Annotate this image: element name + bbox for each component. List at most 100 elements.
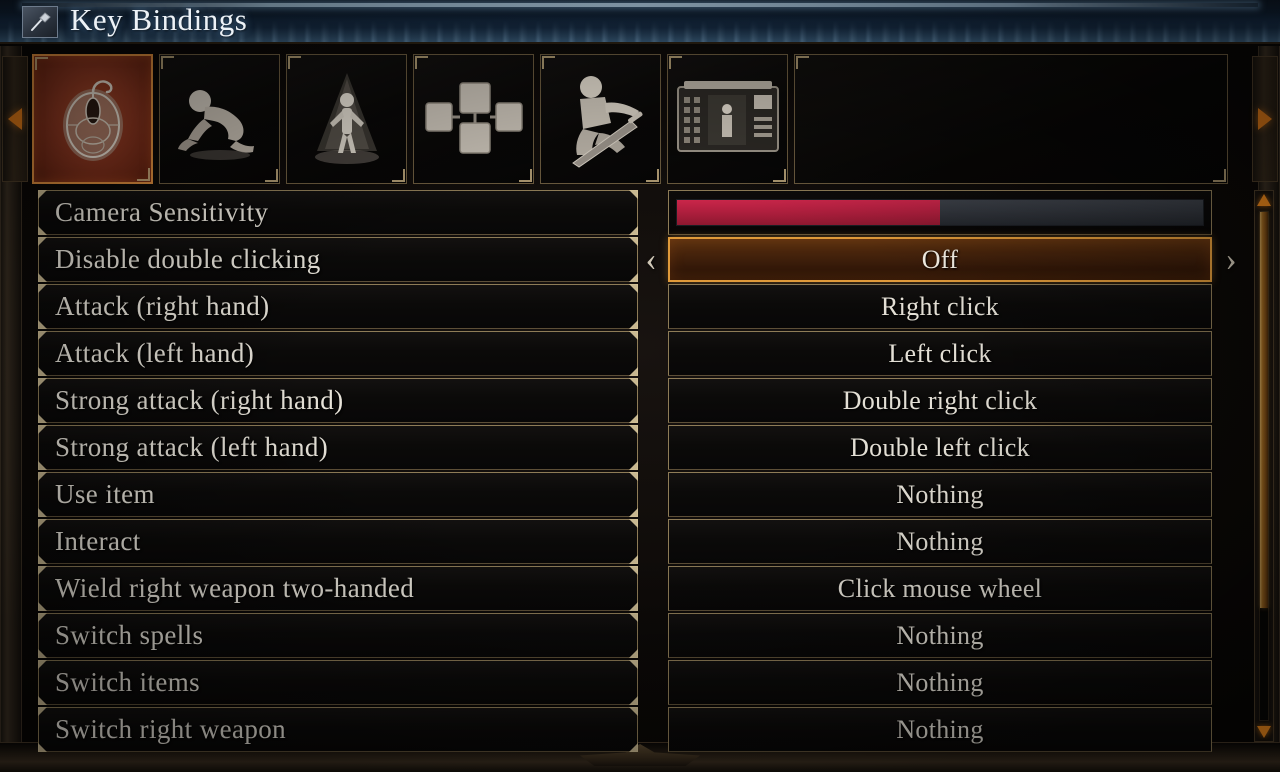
binding-label: Strong attack (right hand) <box>55 385 344 415</box>
binding-value-column: Off Right click Left click Double right … <box>668 190 1212 752</box>
binding-value: Nothing <box>896 667 984 697</box>
crawling-figure-icon <box>177 90 254 160</box>
binding-value-row[interactable]: Nothing <box>668 660 1212 705</box>
binding-label: Wield right weapon two-handed <box>55 573 415 603</box>
tab-gestures[interactable] <box>540 54 661 184</box>
corner-notch-icon <box>629 226 638 235</box>
binding-value-row[interactable]: Nothing <box>668 613 1212 658</box>
corner-notch-icon <box>629 566 638 575</box>
corner-notch-icon <box>629 414 638 423</box>
corner-notch-icon <box>629 743 638 752</box>
corner-notch-icon <box>629 555 638 564</box>
table-row[interactable]: Attack (right hand) <box>38 284 638 329</box>
slider-fill <box>677 200 940 225</box>
inventory-grid-icon <box>424 82 523 154</box>
binding-label: Switch spells <box>55 620 204 650</box>
corner-notch-icon <box>629 425 638 434</box>
corner-notch-icon <box>629 519 638 528</box>
tab-mouse[interactable] <box>32 54 153 184</box>
tab-movement[interactable] <box>159 54 280 184</box>
tab-empty-slot <box>794 54 1228 184</box>
corner-notch-icon <box>629 660 638 669</box>
figure-in-light-icon <box>314 73 379 164</box>
tab-items[interactable] <box>413 54 534 184</box>
kneeling-knight-icon <box>571 76 642 168</box>
binding-value: Right click <box>880 291 1000 321</box>
camera-sensitivity-slider[interactable] <box>668 190 1212 235</box>
corner-notch-icon <box>629 707 638 716</box>
binding-label: Interact <box>55 526 141 556</box>
value-next-button[interactable]: › <box>1218 237 1244 282</box>
binding-value: Nothing <box>896 714 984 744</box>
binding-value-row[interactable]: Nothing <box>668 519 1212 564</box>
corner-notch-icon <box>629 508 638 517</box>
slider-track[interactable] <box>676 199 1204 226</box>
binding-value-row[interactable]: Left click <box>668 331 1212 376</box>
binding-value: Double right click <box>842 385 1038 415</box>
binding-value-row-selected[interactable]: Off <box>668 237 1212 282</box>
title-bar: Key Bindings <box>0 0 1280 44</box>
corner-notch-icon <box>629 378 638 387</box>
corner-notch-icon <box>629 331 638 340</box>
table-row[interactable]: Switch spells <box>38 613 638 658</box>
tab-prev-button[interactable] <box>2 56 28 182</box>
table-row[interactable]: Use item <box>38 472 638 517</box>
corner-notch-icon <box>629 461 638 470</box>
binding-value: Click mouse wheel <box>837 573 1043 603</box>
binding-value: Left click <box>888 338 992 368</box>
binding-value-row[interactable]: Double left click <box>668 425 1212 470</box>
table-row[interactable]: Wield right weapon two-handed <box>38 566 638 611</box>
scroll-down-icon[interactable] <box>1256 723 1272 741</box>
scrollbar[interactable] <box>1254 190 1274 742</box>
table-row[interactable]: Disable double clicking <box>38 237 638 282</box>
tab-character[interactable] <box>286 54 407 184</box>
binding-value-row[interactable]: Double right click <box>668 378 1212 423</box>
scrollbar-gutter[interactable] <box>1259 211 1269 721</box>
binding-label: Attack (right hand) <box>55 291 270 321</box>
binding-value-row[interactable]: Right click <box>668 284 1212 329</box>
scroll-up-icon[interactable] <box>1256 191 1272 209</box>
binding-value-row[interactable]: Nothing <box>668 472 1212 517</box>
binding-value: Off <box>921 244 959 274</box>
hud-screen-icon <box>676 81 779 152</box>
corner-notch-icon <box>629 190 638 199</box>
binding-label: Disable double clicking <box>55 244 321 274</box>
corner-notch-icon <box>629 320 638 329</box>
binding-label: Switch items <box>55 667 201 697</box>
table-row[interactable]: Camera Sensitivity <box>38 190 638 235</box>
table-row[interactable]: Switch items <box>38 660 638 705</box>
corner-notch-icon <box>629 696 638 705</box>
binding-label-column: Camera Sensitivity Disable double clicki… <box>38 190 638 752</box>
tab-display[interactable] <box>667 54 788 184</box>
key-bindings-screen: Key Bindings Camera Sensitivity Disable … <box>0 0 1280 772</box>
binding-label: Use item <box>55 479 155 509</box>
tab-next-button[interactable] <box>1252 56 1278 182</box>
binding-label: Switch right weapon <box>55 714 287 744</box>
binding-value-row[interactable]: Click mouse wheel <box>668 566 1212 611</box>
binding-value: Nothing <box>896 526 984 556</box>
hammer-icon <box>22 6 58 38</box>
binding-label: Camera Sensitivity <box>55 197 269 227</box>
scrollbar-thumb[interactable] <box>1260 212 1268 609</box>
table-row[interactable]: Attack (left hand) <box>38 331 638 376</box>
table-row[interactable]: Strong attack (right hand) <box>38 378 638 423</box>
arrow-left-icon <box>8 108 22 130</box>
mouse-controls-icon <box>62 80 123 161</box>
corner-notch-icon <box>629 284 638 293</box>
bindings-panel: Camera Sensitivity Disable double clicki… <box>24 190 1256 752</box>
corner-notch-icon <box>629 367 638 376</box>
value-prev-button[interactable]: ‹ <box>638 237 664 282</box>
binding-value-row[interactable]: Nothing <box>668 707 1212 752</box>
binding-label: Attack (left hand) <box>55 338 255 368</box>
binding-value: Nothing <box>896 620 984 650</box>
tab-strip <box>32 54 1228 184</box>
corner-notch-icon <box>629 649 638 658</box>
binding-label: Strong attack (left hand) <box>55 432 329 462</box>
page-title: Key Bindings <box>70 2 248 37</box>
corner-notch-icon <box>629 602 638 611</box>
table-row[interactable]: Interact <box>38 519 638 564</box>
table-row[interactable]: Switch right weapon <box>38 707 638 752</box>
corner-notch-icon <box>629 472 638 481</box>
corner-notch-icon <box>629 273 638 282</box>
table-row[interactable]: Strong attack (left hand) <box>38 425 638 470</box>
